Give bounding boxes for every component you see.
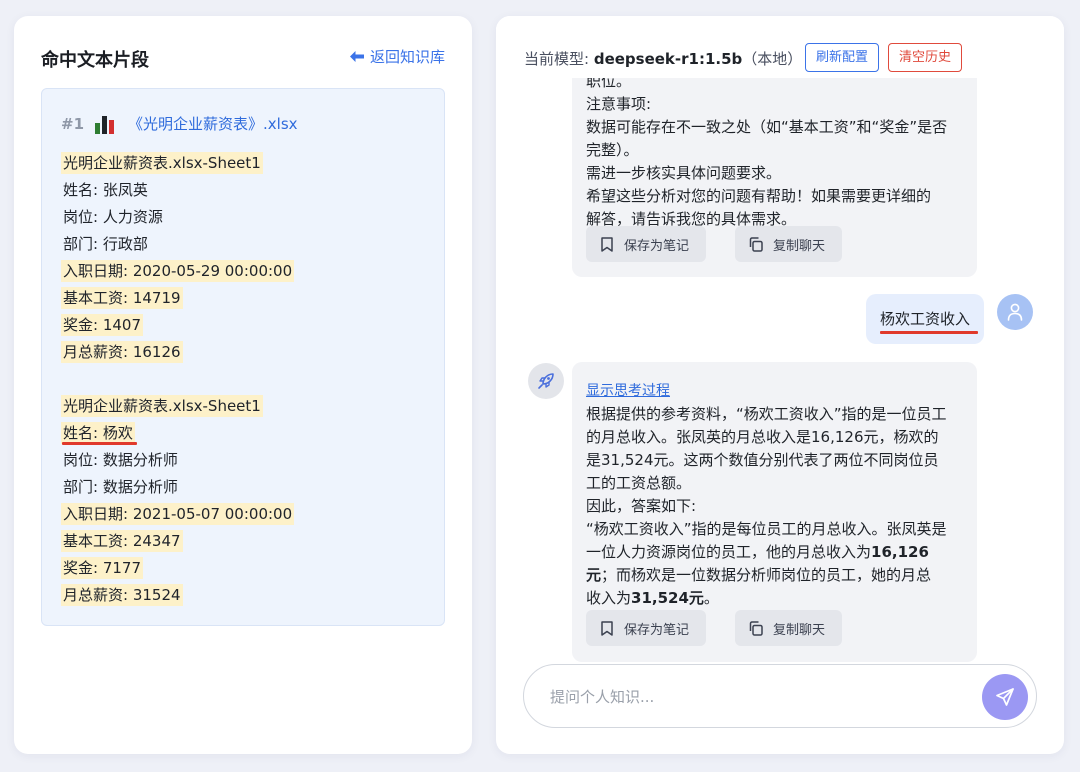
question-input[interactable] — [550, 683, 970, 711]
snippet-line: 基本工资: 14719 — [61, 285, 431, 312]
snippet-card: #1 《光明企业薪资表》.xlsx 光明企业薪资表.xlsx-Sheet1 姓名:… — [41, 88, 445, 626]
snippet-line: 奖金: 1407 — [61, 312, 431, 339]
snippet-line-text: 月总薪资: 31524 — [61, 584, 183, 606]
clear-history-button[interactable]: 清空历史 — [888, 43, 963, 72]
snippet-line: 入职日期: 2021-05-07 00:00:00 — [61, 501, 431, 528]
question-input-box — [523, 664, 1037, 728]
model-name: deepseek-r1:1.5b — [593, 50, 743, 68]
snippet-line-text: 姓名: 杨欢 — [61, 422, 135, 444]
snippet-line: 光明企业薪资表.xlsx-Sheet1 — [61, 393, 431, 420]
copy-chat-button[interactable]: 复制聊天 — [735, 610, 843, 646]
snippet-line-text: 奖金: 1407 — [61, 314, 143, 336]
user-message: 杨欢工资收入 — [866, 294, 985, 344]
snippet-line: 部门: 行政部 — [61, 231, 431, 258]
message-line: 数据可能存在不一致之处（如“基本工资”和“奖金”是否 — [586, 118, 948, 136]
send-icon — [996, 688, 1014, 706]
snippet-line-text: 光明企业薪资表.xlsx-Sheet1 — [61, 152, 263, 174]
snippet-line: 姓名: 张凤英 — [61, 177, 431, 204]
snippet-line-text: 月总薪资: 16126 — [61, 341, 183, 363]
snippet-line: 月总薪资: 16126 — [61, 339, 431, 366]
message-line: 注意事项: — [586, 95, 652, 113]
message-line: 希望这些分析对您的问题有帮助！如果需要更详细的 — [586, 187, 932, 205]
answer-line: 因此，答案如下: — [586, 497, 697, 515]
chat-history[interactable]: 职位。 注意事项: 数据可能存在不一致之处（如“基本工资”和“奖金”是否 完整）。 需进… — [496, 16, 1064, 664]
back-link-label: 返回知识库 — [369, 48, 445, 66]
snippet-line-text: 岗位: 人力资源 — [63, 208, 163, 226]
rocket-icon — [538, 373, 554, 389]
copy-chat-button[interactable]: 复制聊天 — [735, 226, 843, 262]
snippet-line-text: 基本工资: 24347 — [61, 530, 183, 552]
annotation-underline — [62, 442, 137, 445]
annotation-underline — [880, 331, 978, 334]
copy-icon — [749, 236, 763, 252]
snippet-line: 入职日期: 2020-05-29 00:00:00 — [61, 258, 431, 285]
message-line: 完整）。 — [586, 141, 639, 159]
snippet-line-text: 部门: 数据分析师 — [63, 478, 178, 496]
answer-line: 一位人力资源岗位的员工，他的月总收入为16,126 — [586, 543, 929, 561]
snippet-line-text — [61, 368, 65, 390]
show-thinking-toggle[interactable]: 显示思考过程 — [586, 380, 947, 403]
user-message-text: 杨欢工资收入 — [880, 310, 971, 328]
save-note-button[interactable]: 保存为笔记 — [586, 610, 707, 646]
spreadsheet-icon — [95, 114, 115, 134]
bookmark-icon — [601, 620, 613, 636]
snippet-line: 部门: 数据分析师 — [61, 474, 431, 501]
snippet-line: 岗位: 数据分析师 — [61, 447, 431, 474]
chat-panel: 职位。 注意事项: 数据可能存在不一致之处（如“基本工资”和“奖金”是否 完整）。 需进… — [496, 16, 1064, 754]
answer-bold: 16,126 — [871, 543, 929, 561]
user-icon — [1007, 303, 1023, 321]
arrow-left-icon — [349, 51, 364, 62]
snippet-line-text: 入职日期: 2020-05-29 00:00:00 — [61, 260, 295, 282]
answer-line: 元；而杨欢是一位数据分析师岗位的员工，她的月总 — [586, 566, 932, 584]
panel-title: 命中文本片段 — [41, 50, 149, 71]
snippet-panel: 命中文本片段 返回知识库 #1 《光明企业薪资表》.xlsx 光明企业薪资表.x… — [14, 16, 472, 754]
assistant-message: 职位。 注意事项: 数据可能存在不一致之处（如“基本工资”和“奖金”是否 完整）。 需进… — [572, 44, 977, 277]
save-note-label: 保存为笔记 — [624, 622, 690, 638]
refresh-config-button[interactable]: 刷新配置 — [805, 43, 880, 72]
snippet-line: 基本工资: 24347 — [61, 528, 431, 555]
copy-chat-label: 复制聊天 — [773, 622, 826, 638]
answer-bold: 31,524元 — [631, 589, 704, 607]
snippet-line: 岗位: 人力资源 — [61, 204, 431, 231]
message-text: 职位。 注意事项: 数据可能存在不一致之处（如“基本工资”和“奖金”是否 完整）。 需进… — [586, 70, 947, 231]
answer-bold: 元 — [586, 566, 602, 584]
snippet-line: 奖金: 7177 — [61, 555, 431, 582]
snippet-line-text: 入职日期: 2021-05-07 00:00:00 — [61, 503, 295, 525]
snippet-line — [61, 366, 431, 393]
answer-line: 工的工资总额。 — [586, 474, 692, 492]
snippet-line-text: 姓名: 张凤英 — [63, 181, 148, 199]
back-to-knowledge-base-link[interactable]: 返回知识库 — [349, 46, 445, 67]
message-text: 显示思考过程 根据提供的参考资料，“杨欢工资收入”指的是一位员工 的月总收入。张凤… — [586, 380, 947, 610]
snippet-line-text: 岗位: 数据分析师 — [63, 451, 178, 469]
snippet-line-text: 奖金: 7177 — [61, 557, 143, 579]
answer-line: 的月总收入。张凤英的月总收入是16,126元，杨欢的 — [586, 428, 939, 446]
save-note-label: 保存为笔记 — [624, 238, 690, 254]
bookmark-icon — [601, 236, 613, 252]
snippet-line-text: 光明企业薪资表.xlsx-Sheet1 — [61, 395, 263, 417]
snippet-header: #1 《光明企业薪资表》.xlsx — [61, 113, 298, 134]
model-bar: 当前模型: deepseek-r1:1.5b（本地） 刷新配置 清空历史 — [496, 16, 1064, 78]
snippet-text: 光明企业薪资表.xlsx-Sheet1 姓名: 张凤英 岗位: 人力资源 部门: 行政… — [61, 150, 431, 609]
snippet-line: 月总薪资: 31524 — [61, 582, 431, 609]
user-avatar — [997, 294, 1033, 330]
answer-line: 收入为31,524元。 — [586, 589, 719, 607]
snippet-file-name[interactable]: 《光明企业薪资表》.xlsx — [128, 113, 298, 134]
assistant-avatar — [528, 363, 564, 399]
snippet-line-text: 部门: 行政部 — [63, 235, 148, 253]
save-note-button[interactable]: 保存为笔记 — [586, 226, 707, 262]
assistant-message: 显示思考过程 根据提供的参考资料，“杨欢工资收入”指的是一位员工 的月总收入。张凤… — [572, 362, 977, 662]
snippet-line-text: 基本工资: 14719 — [61, 287, 183, 309]
copy-chat-label: 复制聊天 — [773, 238, 826, 254]
snippet-index: #1 — [61, 114, 85, 133]
message-line: 需进一步核实具体问题要求。 — [586, 164, 782, 182]
answer-line: “杨欢工资收入”指的是每位员工的月总收入。张凤英是 — [586, 520, 947, 538]
answer-line: 是31,524元。这两个数值分别代表了两位不同岗位员 — [586, 451, 939, 469]
copy-icon — [749, 620, 763, 636]
snippet-line: 光明企业薪资表.xlsx-Sheet1 — [61, 150, 431, 177]
send-button[interactable] — [982, 674, 1028, 720]
current-model-label: 当前模型: deepseek-r1:1.5b（本地） — [524, 50, 803, 68]
answer-line: 根据提供的参考资料，“杨欢工资收入”指的是一位员工 — [586, 405, 947, 423]
